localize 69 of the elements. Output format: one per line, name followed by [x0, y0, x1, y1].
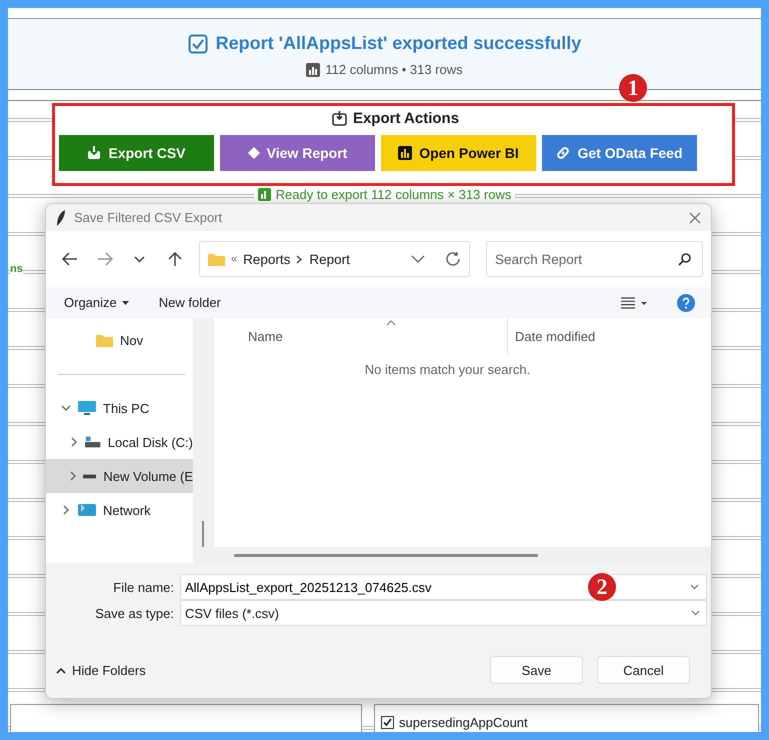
side-text: ns: [10, 263, 23, 275]
refresh-icon[interactable]: [445, 251, 461, 267]
folder-icon: [96, 334, 113, 346]
nav-item[interactable]: Nov: [46, 323, 193, 357]
breadcrumb-item[interactable]: Reports: [243, 252, 290, 266]
save-button[interactable]: Save: [490, 656, 583, 684]
folder-icon: [208, 252, 225, 266]
scrollbar-thumb[interactable]: [234, 554, 538, 556]
view-options-icon[interactable]: [621, 296, 647, 308]
chevron-down-icon: [691, 610, 700, 616]
caret-icon: [122, 300, 129, 304]
breadcrumb-item[interactable]: Report: [309, 252, 350, 266]
export-button[interactable]: Open Power BI: [381, 135, 536, 171]
hide-folders-toggle[interactable]: Hide Folders: [56, 662, 476, 678]
chevron-up-icon: [56, 666, 66, 674]
chevron-down-icon[interactable]: [411, 255, 425, 263]
export-icon: [332, 111, 347, 126]
export-button[interactable]: Get OData Feed: [542, 135, 697, 171]
feather-icon: [56, 210, 66, 226]
chevron-right-icon[interactable]: [69, 437, 80, 447]
chevron-down-icon[interactable]: [61, 403, 71, 413]
file-type-dropdown[interactable]: CSV files (*.csv): [180, 600, 707, 626]
search-icon: [678, 253, 691, 266]
chevron-down-icon[interactable]: [690, 584, 699, 590]
overflow-glyph[interactable]: «: [230, 253, 238, 265]
chevron-right-icon[interactable]: [61, 505, 71, 515]
forward-arrow-icon[interactable]: [97, 252, 114, 266]
checkbox-icon: [188, 34, 208, 54]
export-button[interactable]: Export CSV: [59, 135, 214, 171]
empty-message: No items match your search.: [364, 362, 530, 377]
column-header[interactable]: Date modified: [515, 328, 596, 344]
chevron-right-icon: [296, 254, 304, 264]
scrollbar-thumb[interactable]: [202, 521, 204, 547]
up-arrow-icon[interactable]: [168, 251, 182, 267]
monitor-icon: [78, 400, 96, 416]
option-label: supersedingAppCount: [399, 714, 528, 730]
download-tray-icon: [87, 146, 102, 160]
chevron-down-icon[interactable]: [134, 256, 146, 262]
nav-item[interactable]: Local Disk (C:): [46, 425, 193, 459]
column-header[interactable]: Name: [248, 328, 283, 344]
chart-icon: [398, 146, 412, 160]
nav-item[interactable]: This PC: [46, 391, 193, 425]
link-icon: [556, 146, 570, 160]
success-title: Report 'AllAppsList' exported successfully: [216, 33, 582, 54]
search-field[interactable]: Search Report: [486, 241, 703, 277]
diamond-icon: [248, 147, 260, 159]
section-title: Export Actions: [352, 110, 460, 127]
bar-chart-icon: [306, 62, 320, 76]
checkbox[interactable]: [381, 716, 394, 729]
nav-item[interactable]: New Volume (E: [46, 459, 193, 493]
new-folder-button[interactable]: New folder: [158, 295, 221, 310]
organize-menu[interactable]: Organize: [64, 295, 129, 310]
dialog-title: Save Filtered CSV Export: [74, 210, 224, 225]
export-summary: 112 columns • 313 rows: [325, 62, 463, 77]
export-button[interactable]: View Report: [220, 135, 375, 171]
chevron-right-icon[interactable]: [68, 471, 78, 481]
address-bar[interactable]: « Reports Report: [198, 241, 470, 277]
drive-icon: [83, 474, 96, 478]
drive-icon: [85, 436, 101, 448]
sort-caret-icon: [386, 320, 396, 326]
cancel-button[interactable]: Cancel: [597, 656, 690, 684]
field-label: File name:: [112, 580, 174, 594]
field-label: Save as type:: [94, 606, 174, 620]
network-icon: [78, 502, 96, 518]
back-arrow-icon[interactable]: [62, 252, 78, 266]
help-icon[interactable]: [677, 294, 695, 312]
close-icon[interactable]: [689, 212, 701, 224]
status-text: Ready to export 112 columns × 313 rows: [276, 187, 512, 202]
nav-item[interactable]: Network: [46, 493, 193, 527]
